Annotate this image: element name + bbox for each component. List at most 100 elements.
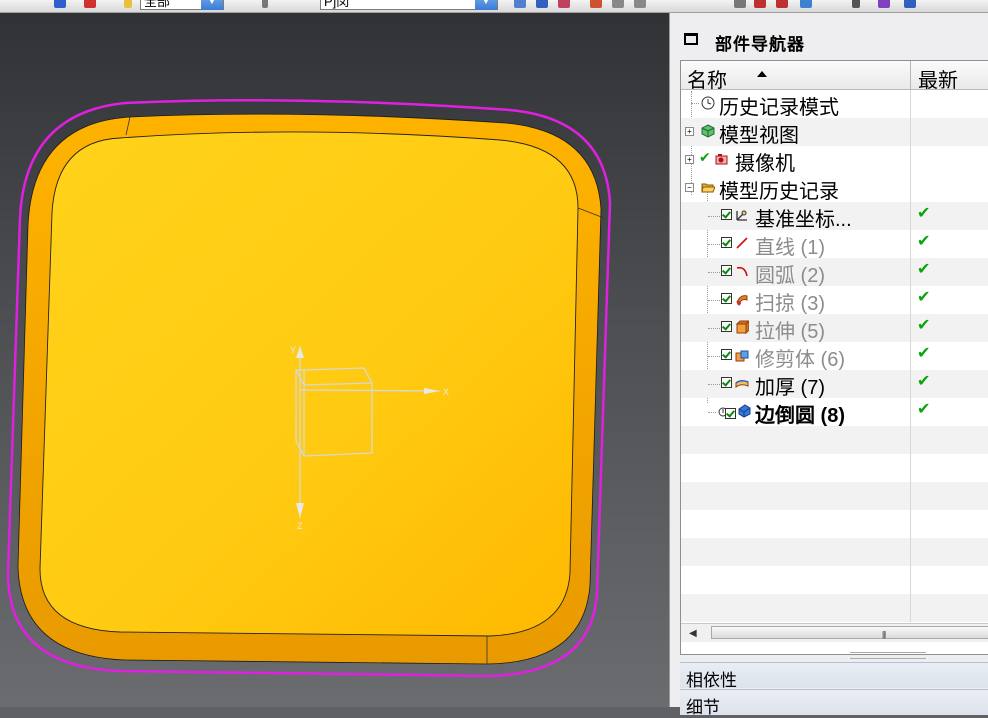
dependencies-panel-header[interactable]: 相依性 (680, 662, 988, 690)
axis-x-label: X (443, 387, 449, 397)
column-divider (910, 202, 911, 230)
feature-visibility-checkbox[interactable] (721, 293, 732, 304)
column-divider (910, 510, 911, 538)
column-divider (910, 118, 911, 146)
part-navigator: 部件导航器 名称 最新 历史记录模式 + 模型视图 + ✔ 摄像机 − 模型历史… (669, 13, 988, 717)
snap-point-icon[interactable] (590, 0, 602, 8)
swept-icon (736, 295, 748, 306)
tree-connector (708, 412, 716, 413)
tree-connector (708, 384, 720, 385)
expand-icon[interactable]: + (685, 155, 694, 164)
feature-visibility-checkbox[interactable] (725, 408, 736, 419)
collapse-icon[interactable]: − (685, 183, 694, 192)
clock-icon (701, 96, 715, 110)
snap-end-icon[interactable] (612, 0, 624, 8)
column-header-name[interactable]: 名称 (687, 64, 727, 93)
scrollbar-thumb[interactable]: ||| (711, 626, 988, 639)
feature-row-line[interactable]: 直线 (1) ✔ (681, 230, 988, 259)
column-divider (910, 230, 911, 258)
snap-mid-icon[interactable] (634, 0, 646, 8)
chevron-down-icon[interactable]: ▼ (475, 0, 497, 10)
feature-label: 加厚 (7) (755, 377, 825, 399)
latest-check-icon: ✔ (917, 289, 931, 306)
details-panel-header[interactable]: 细节 (680, 689, 988, 717)
column-divider (910, 146, 911, 174)
panel-splitter[interactable] (850, 652, 926, 659)
latest-check-icon: ✔ (917, 317, 931, 334)
empty-row (681, 566, 988, 594)
view-orient-icon[interactable] (904, 0, 916, 8)
feature-row-edge-blend[interactable]: 边倒圆 (8) ✔ (681, 398, 988, 427)
feature-label: 边倒圆 (8) (755, 405, 845, 427)
tree-connector (708, 216, 720, 217)
latest-check-icon: ✔ (917, 345, 931, 362)
column-divider (910, 566, 911, 594)
tree-header: 名称 最新 (681, 61, 988, 93)
feature-visibility-checkbox[interactable] (721, 377, 732, 388)
checkmark-icon: ✔ (699, 149, 711, 165)
filter-icon[interactable] (124, 0, 132, 8)
feature-row-arc[interactable]: 圆弧 (2) ✔ (681, 258, 988, 287)
snap-quadrant-icon[interactable] (776, 0, 788, 8)
feature-visibility-checkbox[interactable] (721, 321, 732, 332)
empty-row (681, 454, 988, 482)
view-triad-icon[interactable] (878, 0, 890, 8)
navigator-tree[interactable]: 名称 最新 历史记录模式 + 模型视图 + ✔ 摄像机 − 模型历史记录 基准坐… (680, 60, 988, 655)
snap-intersect-icon[interactable] (800, 0, 812, 8)
view-combo[interactable]: P]闵 ▼ (320, 0, 498, 10)
column-divider (910, 258, 911, 286)
expand-icon[interactable]: + (685, 127, 694, 136)
feature-row-datum-csys[interactable]: 基准坐标... ✔ (681, 202, 988, 231)
tree-node-history-mode[interactable]: 历史记录模式 (681, 90, 988, 119)
thicken-icon (735, 379, 749, 389)
column-divider (910, 370, 911, 398)
arc-icon (736, 266, 748, 277)
column-divider (910, 398, 911, 426)
top-toolbar: 全部 ▼ P]闵 ▼ (0, 0, 988, 13)
snap-tangent-icon[interactable] (754, 0, 766, 8)
column-divider (910, 342, 911, 370)
edge-blend-icon (738, 404, 751, 418)
pin-icon[interactable] (852, 0, 860, 8)
column-divider (910, 538, 911, 566)
window-icon[interactable] (684, 33, 698, 45)
feature-row-swept[interactable]: 扫掠 (3) ✔ (681, 286, 988, 315)
scrollbar-grip-icon: ||| (882, 630, 886, 639)
feature-visibility-checkbox[interactable] (721, 349, 732, 360)
scroll-left-icon[interactable]: ◀ (689, 628, 697, 639)
type-filter-combo[interactable]: 全部 ▼ (140, 0, 224, 10)
tree-node-label: 模型历史记录 (719, 181, 839, 203)
details-label: 细节 (686, 698, 720, 717)
tree-node-model-views[interactable]: + 模型视图 (681, 118, 988, 147)
wireframe-icon[interactable] (558, 0, 570, 8)
horizontal-scrollbar[interactable]: ◀ ||| (681, 623, 988, 642)
record-icon[interactable] (84, 0, 96, 8)
feature-row-thicken[interactable]: 加厚 (7) ✔ (681, 370, 988, 399)
snap-center-icon[interactable] (734, 0, 746, 8)
feature-row-extrude[interactable]: 拉伸 (5) ✔ (681, 314, 988, 343)
part-top-face[interactable] (39, 131, 579, 637)
graphics-viewport[interactable]: X Y Z (0, 13, 669, 707)
feature-row-trim-body[interactable]: 修剪体 (6) ✔ (681, 342, 988, 371)
feature-visibility-checkbox[interactable] (721, 209, 732, 220)
shaded-icon[interactable] (536, 0, 548, 8)
line-icon (736, 237, 748, 249)
column-divider[interactable] (910, 61, 911, 89)
latest-check-icon: ✔ (917, 205, 931, 222)
tree-node-model-history[interactable]: − 模型历史记录 (681, 174, 988, 203)
column-divider (910, 594, 911, 622)
tree-connector (708, 356, 720, 357)
chevron-down-icon[interactable]: ▼ (201, 0, 223, 10)
render-icon[interactable] (514, 0, 526, 8)
view-combo-value: P]闵 (324, 0, 350, 9)
selection-icon[interactable] (262, 0, 268, 8)
column-header-latest[interactable]: 最新 (918, 64, 958, 93)
datum-csys-icon (736, 210, 747, 221)
cube-icon[interactable] (54, 0, 66, 8)
tree-node-cameras[interactable]: + ✔ 摄像机 (681, 146, 988, 175)
feature-visibility-checkbox[interactable] (721, 237, 732, 248)
model-canvas[interactable]: X Y Z (0, 13, 669, 707)
latest-check-icon: ✔ (917, 233, 931, 250)
camera-icon (715, 154, 728, 165)
feature-visibility-checkbox[interactable] (721, 265, 732, 276)
